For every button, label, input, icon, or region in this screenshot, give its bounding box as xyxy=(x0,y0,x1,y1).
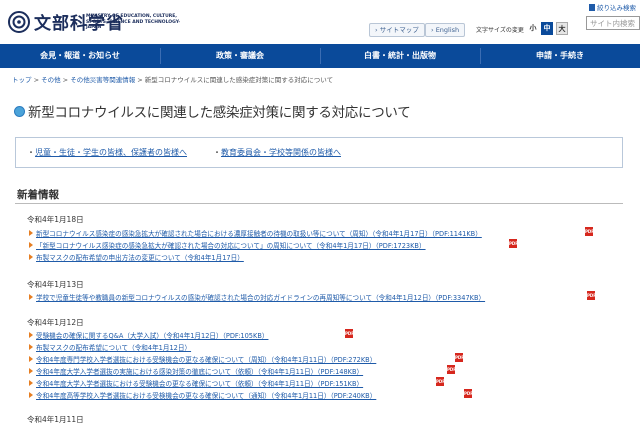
nav-item-whitepaper[interactable]: 白書・統計・出版物 xyxy=(320,44,480,68)
sitemap-button[interactable]: › サイトマップ xyxy=(369,23,425,37)
font-size-small-button[interactable]: 小 xyxy=(527,22,539,35)
breadcrumb: トップ > その他 > その他災害等関連情報 > 新型コロナウイルスに関連した感… xyxy=(12,76,334,84)
pdf-icon: PDF xyxy=(509,239,518,248)
english-label: English xyxy=(435,26,460,34)
search-input[interactable]: サイト内検索 xyxy=(586,16,640,30)
news-date: 令和4年1月13日 xyxy=(27,280,84,289)
news-item[interactable]: 布製マスクの配布希望について（令和4年1月12日） xyxy=(29,342,191,352)
audience-link-students[interactable]: 児童・生徒・学生の皆様、保護者の皆様へ xyxy=(27,147,187,158)
audience-link-boards[interactable]: 教育委員会・学校等関係の皆様へ xyxy=(213,147,341,158)
chevron-right-icon: › xyxy=(431,26,434,34)
font-size-large-button[interactable]: 大 xyxy=(556,22,568,35)
nav-item-application[interactable]: 申請・手続き xyxy=(480,44,640,68)
nav-item-policy[interactable]: 政策・審議会 xyxy=(160,44,320,68)
breadcrumb-top[interactable]: トップ xyxy=(12,76,32,84)
news-item[interactable]: 令和4年度大学入学者選抜における受験機会の更なる確保について（依頼）（令和4年1… xyxy=(29,378,363,388)
page-title: 新型コロナウイルスに関連した感染症対策に関する対応について xyxy=(28,105,411,121)
breadcrumb-other[interactable]: その他 xyxy=(41,76,61,84)
pdf-icon: PDF xyxy=(585,227,594,236)
news-item[interactable]: 受験機会の確保に関するQ&A（大学入試）（令和4年1月12日）（PDF:105K… xyxy=(29,330,268,340)
title-bullet-icon xyxy=(14,106,25,117)
sitemap-label: サイトマップ xyxy=(379,26,419,34)
chevron-right-icon: › xyxy=(375,26,378,34)
breadcrumb-disaster[interactable]: その他災害等関連情報 xyxy=(70,76,135,84)
news-item[interactable]: 布製マスクの配布希望の申出方法の変更について（令和4年1月17日） xyxy=(29,252,244,262)
news-date: 令和4年1月18日 xyxy=(27,215,84,224)
logo-en: MINISTRY OF EDUCATION, CULTURE, SPORTS, … xyxy=(86,14,181,30)
news-date: 令和4年1月12日 xyxy=(27,318,84,327)
news-item[interactable]: 「新型コロナウイルス感染症の感染急拡大が確認された場合の対応について」の周知につ… xyxy=(29,240,426,250)
section-header xyxy=(15,184,623,204)
breadcrumb-current: 新型コロナウイルスに関連した感染症対策に関する対応について xyxy=(144,76,334,84)
news-item[interactable]: 学校で児童生徒等や教職員の新型コロナウイルスの感染が確認された場合の対応ガイドラ… xyxy=(29,292,485,302)
section-title: 新着情報 xyxy=(17,189,59,201)
pdf-icon: PDF xyxy=(464,389,473,398)
news-date: 令和4年1月11日 xyxy=(27,415,84,424)
advanced-search-link[interactable]: 絞り込み検索 xyxy=(589,2,636,12)
news-item[interactable]: 新型コロナウイルス感染症の感染急拡大が確認された場合における濃厚接触者の待機の取… xyxy=(29,228,482,238)
pdf-icon: PDF xyxy=(455,353,464,362)
news-item[interactable]: 令和4年度専門学校入学者選抜における受験機会の更なる確保について（周知）（令和4… xyxy=(29,354,376,364)
pdf-icon: PDF xyxy=(436,377,445,386)
news-item[interactable]: 令和4年度高等学校入学者選抜における受検機会の更なる確保について（通知）（令和4… xyxy=(29,390,376,400)
pdf-icon: PDF xyxy=(447,365,456,374)
font-size-label: 文字サイズの変更 xyxy=(476,27,524,34)
pdf-icon: PDF xyxy=(587,291,596,300)
mext-logo-icon[interactable] xyxy=(8,11,30,33)
news-item[interactable]: 令和4年度大学入学者選抜の実施における感染対策の徹底について（依頼）（令和4年1… xyxy=(29,366,363,376)
english-button[interactable]: › English xyxy=(425,23,466,37)
nav-item-press[interactable]: 会見・報道・お知らせ xyxy=(0,44,160,68)
font-size-medium-button[interactable]: 中 xyxy=(541,22,553,35)
pdf-icon: PDF xyxy=(345,329,354,338)
